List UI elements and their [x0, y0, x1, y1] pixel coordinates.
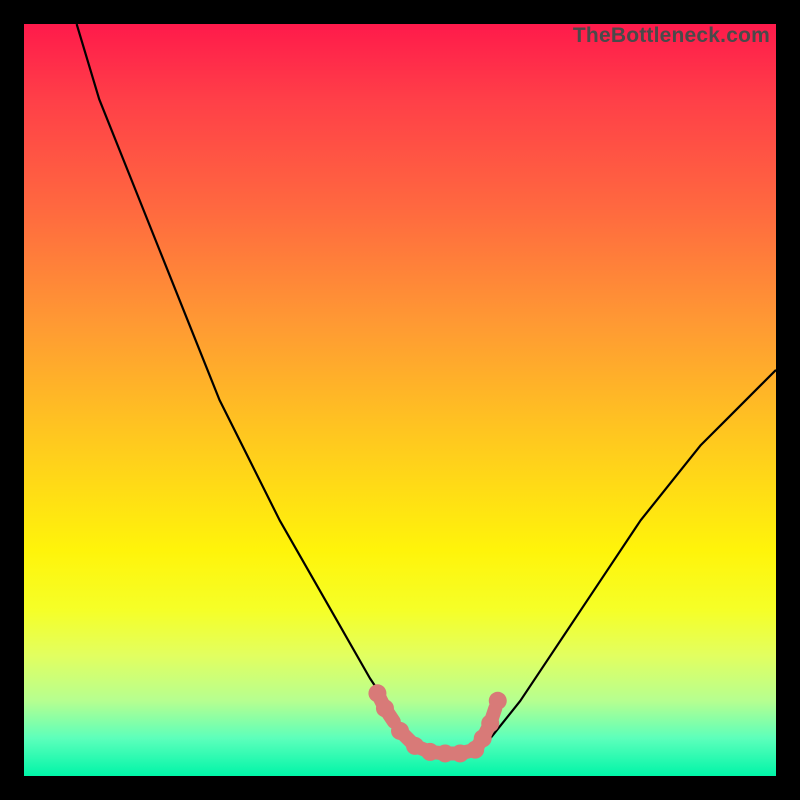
chart-frame: TheBottleneck.com: [24, 24, 776, 776]
curve-bottleneck-curve: [77, 24, 776, 753]
highlight-segment: [490, 701, 498, 724]
watermark-text: TheBottleneck.com: [573, 24, 770, 48]
bottleneck-plot: [24, 24, 776, 776]
